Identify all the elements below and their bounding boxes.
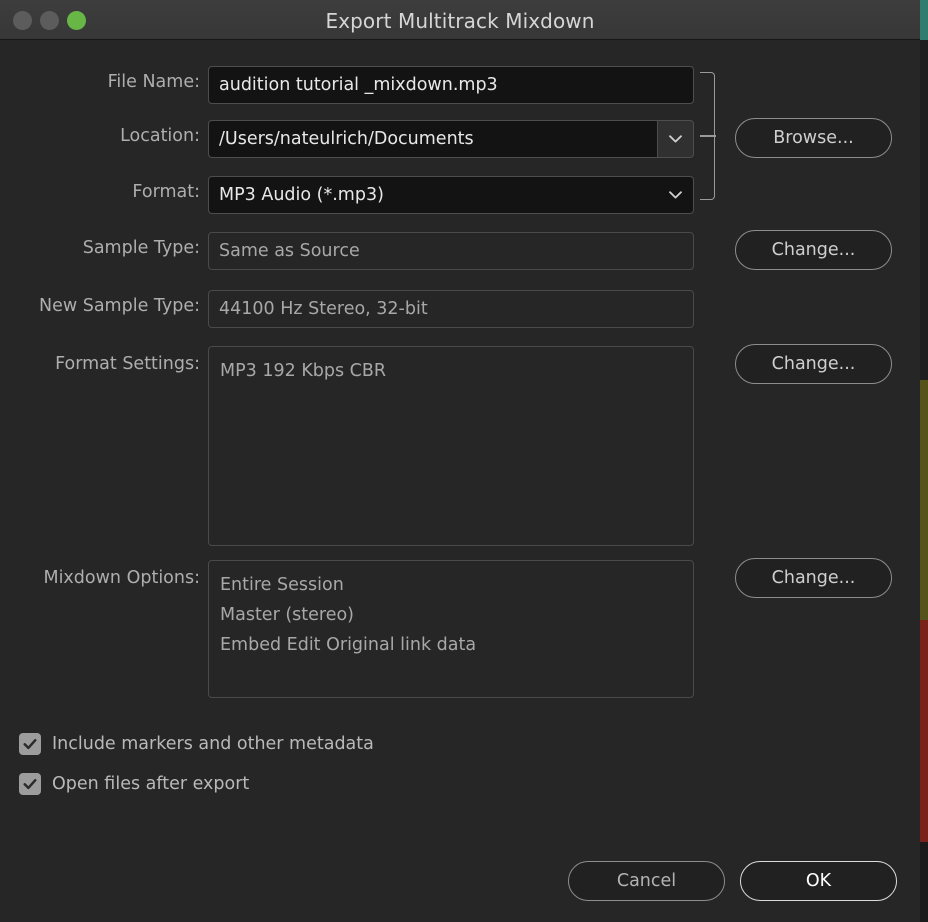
file-name-input[interactable]: audition tutorial _mixdown.mp3 [208,66,694,104]
location-dropdown-button[interactable] [657,120,694,158]
cancel-button[interactable]: Cancel [568,861,725,901]
include-markers-checkbox-row[interactable]: Include markers and other metadata [19,733,374,755]
sample-type-label: Sample Type: [82,238,200,258]
new-sample-type-label: New Sample Type: [38,296,200,316]
format-settings-label: Format Settings: [55,354,200,374]
export-multitrack-mixdown-dialog: Export Multitrack Mixdown File Name: aud… [0,0,920,922]
mixdown-options-box: Entire Session Master (stereo) Embed Edi… [208,560,694,698]
checkmark-icon [23,779,37,790]
location-input[interactable]: /Users/nateulrich/Documents [208,120,657,158]
mixdown-option-line: Embed Edit Original link data [220,635,477,655]
location-label: Location: [120,126,200,146]
mixdown-options-label: Mixdown Options: [43,568,200,588]
change-sample-type-button[interactable]: Change... [735,230,892,270]
chevron-down-icon [669,191,682,199]
browse-button[interactable]: Browse... [735,118,892,158]
include-markers-label: Include markers and other metadata [52,734,374,754]
format-select[interactable]: MP3 Audio (*.mp3) [208,176,694,214]
format-settings-box: MP3 192 Kbps CBR [208,346,694,546]
open-files-label: Open files after export [52,774,250,794]
checkmark-icon [23,739,37,750]
dialog-body: File Name: audition tutorial _mixdown.mp… [0,40,920,922]
format-settings-line: MP3 192 Kbps CBR [220,361,387,381]
field-group-bracket-tick [700,135,716,137]
ok-button[interactable]: OK [740,861,897,901]
chevron-down-icon [669,135,682,143]
include-markers-checkbox[interactable] [19,733,41,755]
open-files-checkbox-row[interactable]: Open files after export [19,773,249,795]
dialog-titlebar: Export Multitrack Mixdown [0,0,920,40]
change-mixdown-options-button[interactable]: Change... [735,558,892,598]
open-files-checkbox[interactable] [19,773,41,795]
file-name-label: File Name: [107,72,200,92]
mixdown-option-line: Entire Session [220,575,344,595]
format-label: Format: [132,182,200,202]
change-format-settings-button[interactable]: Change... [735,344,892,384]
new-sample-type-value: 44100 Hz Stereo, 32-bit [208,290,694,328]
sample-type-value: Same as Source [208,232,694,270]
mixdown-option-line: Master (stereo) [220,605,355,625]
dialog-title: Export Multitrack Mixdown [325,9,595,33]
format-dropdown-chevron[interactable] [657,176,694,214]
